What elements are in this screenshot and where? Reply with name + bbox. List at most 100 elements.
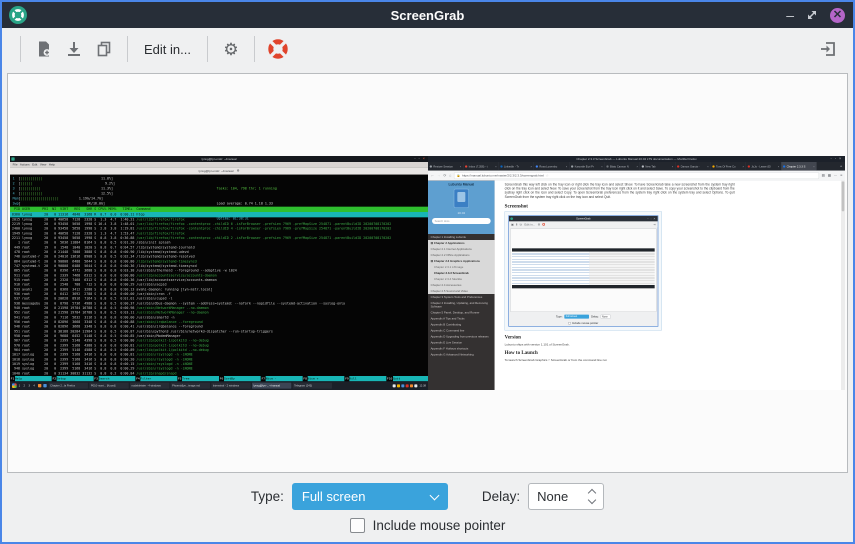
tab-favicon (465, 165, 467, 167)
htop-summary: Tasks: 104, 798 thr; 1 running Load aver… (217, 176, 277, 231)
firefox-tab: Chapter 2.3.3 S× (781, 162, 816, 171)
taskbar-task: Telegram (243) (293, 383, 332, 389)
tab-favicon (536, 165, 538, 167)
include-pointer-label: Include mouse pointer (373, 518, 506, 533)
mini-lifebuoy-icon (542, 223, 545, 226)
firefox-tab: Blato Cannon N× (605, 162, 640, 171)
lock-icon: 🔒 (457, 174, 461, 178)
edit-in-button[interactable]: Edit in... (136, 34, 199, 64)
toolbar-separator (127, 36, 128, 62)
firefox-tab: JoJo - Leave (El× (746, 162, 781, 171)
save-button[interactable] (59, 34, 89, 64)
terminal-title: lynxg@lyn-mstr: ~/manual (202, 157, 237, 160)
toolbar-separator (207, 36, 208, 62)
tab-favicon (430, 165, 432, 167)
firefox-launcher-icon (38, 384, 41, 387)
tray-icon (406, 384, 409, 387)
terminal-close-glyph: ✕ (422, 157, 426, 160)
menu-icon: ≡ (840, 173, 842, 177)
firefox-tab: Inbox (7,358) - t× (463, 162, 498, 171)
lubuntu-book-logo (454, 189, 469, 208)
new-screenshot-button[interactable] (29, 34, 59, 64)
minimize-button[interactable]: – (786, 10, 794, 20)
docs-nav-item: Appendix G Advanced Networking (428, 351, 495, 357)
forward-icon: → (437, 173, 441, 177)
help-button[interactable] (263, 34, 293, 64)
close-button[interactable]: ✕ (830, 8, 845, 23)
tab-favicon (712, 165, 714, 167)
firefox-tab: Rosa Luxembu× (534, 162, 569, 171)
htop-output: 1 [||||||||||| 11.8%]2 [|||||| 9.2%]3 [|… (10, 175, 428, 376)
tab-favicon (677, 165, 679, 167)
toolbar: Edit in... ⚙ (2, 28, 853, 70)
gear-icon: ⚙ (223, 41, 238, 58)
restore-button[interactable] (806, 9, 818, 21)
tab-favicon (606, 165, 608, 167)
include-pointer-checkbox[interactable] (350, 518, 365, 533)
delay-label: Delay: (482, 489, 520, 504)
taskbar-task: lynxg@lyn-...~/manual (252, 383, 291, 389)
titlebar[interactable]: ScreenGrab – ✕ (2, 2, 853, 28)
quit-button[interactable] (813, 34, 843, 64)
taskbar-task: P010-mont... [Koord] (89, 383, 128, 389)
tab-favicon (500, 165, 502, 167)
taskbar-task: lxterminal - 2 windows (211, 383, 250, 389)
screenshot-heading: Screenshot (505, 203, 735, 209)
docs-sidebar: Lubuntu Manual 20.04 Search docs Chapter… (428, 181, 495, 390)
firefox-tab: Damon Garcia -× (675, 162, 710, 171)
new-tab-button: + (837, 162, 845, 171)
docs-nav: Chapter 1 Installing Lubuntu⊟ Chapter 2 … (428, 234, 495, 357)
reload-icon: ⟳ (443, 173, 446, 177)
docs-version: 20.04 (428, 211, 495, 214)
firefox-tabbar: Restore Session×Inbox (7,358) - t×Linked… (428, 162, 845, 171)
new-document-icon (35, 40, 53, 58)
settings-button[interactable]: ⚙ (216, 34, 246, 64)
htop-process-rows: 2015 lynxg 20 0 40658 7128 2328 S 1.3 4.… (10, 217, 428, 376)
firefox-title: Chapter 2.3.3 ScreenGrab — Lubuntu Manua… (576, 157, 696, 160)
spin-down-icon[interactable] (588, 496, 596, 504)
files-launcher-icon (43, 384, 46, 387)
docs-nav-item: Chapter 4 Installing, Updating, and Remo… (428, 300, 495, 309)
type-label: Type: (251, 489, 284, 504)
preview-terminal-window: lynxg@lyn-mstr: ~/manual – ▫ ✕ File Acti… (10, 156, 428, 390)
terminal-icon (11, 157, 14, 160)
docs-brand: Lubuntu Manual (428, 181, 495, 187)
lifebuoy-icon (267, 38, 289, 60)
screengrab-window: ScreenGrab – ✕ (0, 0, 855, 544)
url-bar: 🔒 https://manual.lubuntu.me/master/2/2.3… (454, 172, 819, 179)
type-combobox[interactable]: Full screen (292, 483, 448, 510)
preview-frame: lynxg@lyn-mstr: ~/manual – ▫ ✕ File Acti… (7, 73, 848, 473)
embedded-screengrab-image: ScreenGrab– ▫ ✕ ▣ ⬇ ⧉ Edit in... ⚙⇥ (505, 212, 662, 331)
back-icon: ← (431, 173, 435, 177)
tab-favicon (571, 165, 573, 167)
home-icon: ⌂ (449, 173, 451, 177)
toolbar-separator (20, 36, 21, 62)
taskbar-task: Chapter 2...la Firefox (49, 383, 88, 389)
version-text: Lubuntu ships with version 1.101 of Scre… (505, 343, 735, 346)
docs-paragraph: ScreenGrab this way left click on the tr… (505, 183, 735, 200)
taskbar-task: Phoenix[lyn...image.md (171, 383, 210, 389)
firefox-tab: Restore Session× (428, 162, 463, 171)
tray-icon (410, 384, 413, 387)
firefox-tab: LinkedIn - Tr× (499, 162, 534, 171)
copy-button[interactable] (89, 34, 119, 64)
workspace-switcher: 1 2 3 4 (19, 384, 36, 387)
sidebar-toggle-icon: ▦ (828, 173, 831, 177)
chevron-down-icon (429, 490, 439, 500)
delay-spinbox[interactable]: None (528, 483, 604, 510)
bookmark-star-icon: ☆ (546, 173, 549, 177)
taskbar-clock: 12:38 (419, 384, 426, 387)
htop-cpu-gauges: 1 [||||||||||| 11.8%]2 [|||||| 9.2%]3 [|… (13, 176, 115, 206)
tab-favicon (783, 165, 785, 167)
tray-icon (401, 384, 404, 387)
tray-icon (397, 384, 400, 387)
mini-app-icon (510, 217, 513, 220)
terminal-titlebar: lynxg@lyn-mstr: ~/manual – ▫ ✕ (10, 156, 428, 162)
tab-gear-icon: ⚙ (237, 169, 240, 173)
taskbar-tasks: Chapter 2...la FirefoxP010-mont... [Koor… (49, 383, 391, 389)
firefox-titlebar: Chapter 2.3.3 ScreenGrab — Lubuntu Manua… (428, 156, 845, 162)
copy-icon (96, 41, 112, 57)
launch-heading: How to Launch (505, 350, 735, 356)
toolbar-separator (254, 36, 255, 62)
launch-text: To launch ScreenGrab Graphics ‣ ScreenGr… (505, 358, 735, 362)
